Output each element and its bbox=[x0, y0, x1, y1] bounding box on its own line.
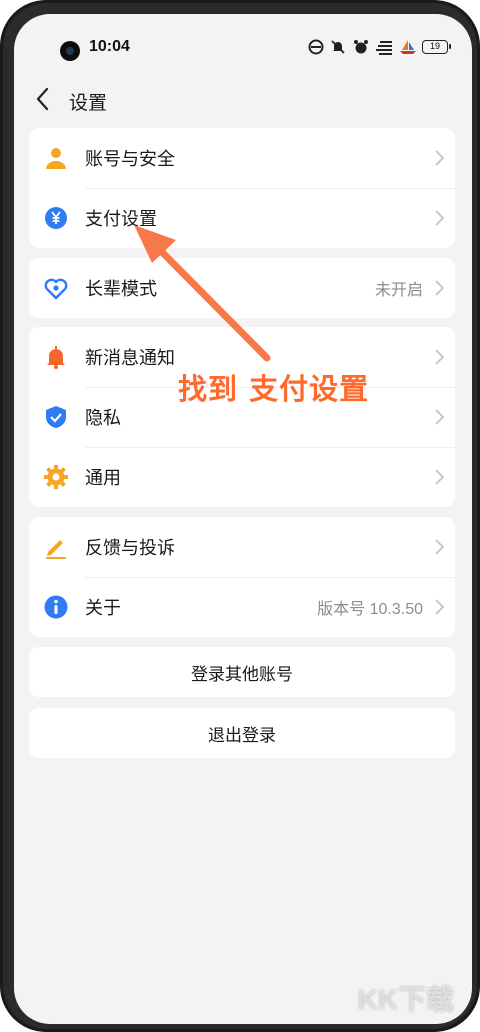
back-arrow-icon[interactable] bbox=[32, 86, 56, 112]
settings-item-account-security[interactable]: 账号与安全 bbox=[29, 128, 455, 188]
boat-icon bbox=[399, 39, 416, 55]
chevron-right-icon bbox=[433, 538, 445, 556]
settings-item-general[interactable]: 通用 bbox=[29, 447, 455, 507]
phone-frame: 10:04 19 设置 账号与安全 支付设置 长辈模式 未开启 新消息通知 隐私… bbox=[0, 0, 480, 1032]
settings-item-label: 隐私 bbox=[85, 408, 121, 429]
watermark: KK下载 bbox=[357, 984, 454, 1015]
settings-item-payment[interactable]: 支付设置 bbox=[29, 188, 455, 248]
battery-icon: 19 bbox=[422, 40, 451, 54]
chevron-right-icon bbox=[433, 149, 445, 167]
elder-heart-icon bbox=[44, 276, 68, 300]
wifi-icon bbox=[307, 39, 324, 55]
settings-item-label: 反馈与投诉 bbox=[85, 538, 175, 559]
alarm-icon bbox=[353, 39, 369, 55]
settings-item-value: 版本号 10.3.50 bbox=[317, 601, 423, 618]
chevron-right-icon bbox=[433, 209, 445, 227]
status-bar: 10:04 19 bbox=[14, 14, 472, 76]
status-icons: 19 bbox=[307, 39, 451, 55]
user-icon bbox=[44, 146, 68, 170]
header: 设置 bbox=[14, 76, 472, 124]
chevron-right-icon bbox=[433, 348, 445, 366]
settings-item-label: 账号与安全 bbox=[85, 149, 175, 170]
chevron-right-icon bbox=[433, 408, 445, 426]
yuan-icon bbox=[44, 206, 68, 230]
bell-icon bbox=[44, 345, 68, 369]
settings-group-about: 反馈与投诉 关于 版本号 10.3.50 bbox=[29, 517, 455, 637]
pen-icon bbox=[44, 535, 68, 559]
chevron-right-icon bbox=[433, 598, 445, 616]
gear-icon bbox=[44, 465, 68, 489]
signal-bars-icon bbox=[376, 39, 392, 55]
settings-group-general: 新消息通知 隐私 通用 bbox=[29, 327, 455, 507]
settings-item-value: 未开启 bbox=[374, 282, 423, 299]
settings-item-elder-mode[interactable]: 长辈模式 未开启 bbox=[29, 258, 455, 318]
settings-item-about[interactable]: 关于 版本号 10.3.50 bbox=[29, 577, 455, 637]
settings-item-label: 关于 bbox=[85, 598, 121, 619]
settings-item-label: 支付设置 bbox=[85, 209, 157, 230]
status-time: 10:04 bbox=[89, 38, 130, 55]
settings-group-account: 账号与安全 支付设置 bbox=[29, 128, 455, 248]
switch-account-button[interactable]: 登录其他账号 bbox=[29, 647, 455, 697]
settings-item-feedback[interactable]: 反馈与投诉 bbox=[29, 517, 455, 577]
logout-button[interactable]: 退出登录 bbox=[29, 708, 455, 758]
chevron-right-icon bbox=[433, 468, 445, 486]
chevron-right-icon bbox=[433, 279, 445, 297]
battery-level: 19 bbox=[429, 41, 440, 51]
info-icon bbox=[44, 595, 68, 619]
shield-icon bbox=[44, 405, 68, 429]
annotation-label: 找到 支付设置 bbox=[178, 372, 370, 406]
settings-item-label: 新消息通知 bbox=[85, 348, 175, 369]
screen: 10:04 19 设置 账号与安全 支付设置 长辈模式 未开启 新消息通知 隐私… bbox=[14, 14, 472, 1024]
settings-item-label: 长辈模式 bbox=[85, 279, 157, 300]
mute-icon bbox=[330, 39, 346, 55]
settings-item-label: 通用 bbox=[85, 468, 121, 489]
page-title: 设置 bbox=[69, 92, 108, 114]
phone-bezel: 10:04 19 设置 账号与安全 支付设置 长辈模式 未开启 新消息通知 隐私… bbox=[3, 3, 477, 1029]
settings-group-elder-mode: 长辈模式 未开启 bbox=[29, 258, 455, 318]
front-camera bbox=[60, 41, 80, 61]
